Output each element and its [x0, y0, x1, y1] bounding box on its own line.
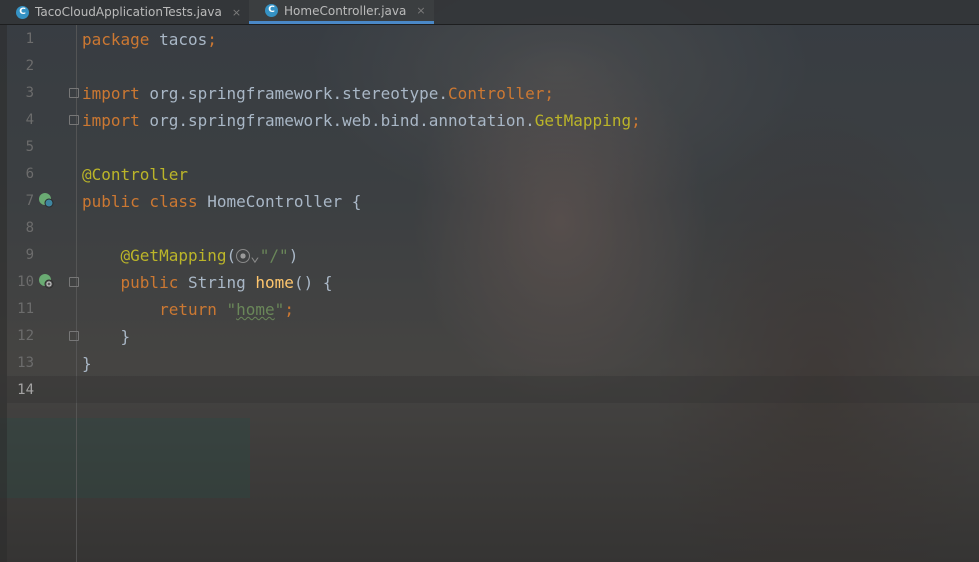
chevron-down-icon: ⌄	[250, 246, 260, 265]
spring-web-endpoint-icon[interactable]	[38, 273, 54, 289]
code-line-7[interactable]: public class HomeController {	[82, 188, 361, 215]
java-class-icon: C	[16, 5, 29, 19]
line-number-current: 14	[17, 382, 34, 398]
line-number: 8	[25, 220, 34, 236]
line-number: 6	[25, 166, 34, 182]
fold-marker-icon[interactable]	[69, 115, 79, 125]
code-line-1[interactable]: package tacos;	[82, 26, 217, 53]
line-number: 2	[25, 58, 34, 74]
close-icon[interactable]: ×	[232, 6, 241, 19]
line-number: 4	[25, 112, 34, 128]
tab-label: TacoCloudApplicationTests.java	[35, 5, 222, 19]
close-icon[interactable]: ×	[416, 4, 425, 17]
fold-marker-icon[interactable]	[69, 277, 79, 287]
line-number: 7	[25, 193, 34, 209]
line-number: 9	[25, 247, 34, 263]
code-line-4[interactable]: import org.springframework.web.bind.anno…	[82, 107, 641, 134]
line-number: 1	[25, 31, 34, 47]
code-line-12[interactable]: }	[82, 323, 131, 350]
spring-bean-icon[interactable]	[38, 192, 54, 208]
tab-label: HomeController.java	[284, 3, 407, 18]
tab-tacocloud-tests[interactable]: C TacoCloudApplicationTests.java ×	[0, 0, 249, 24]
tab-home-controller[interactable]: C HomeController.java ×	[249, 0, 434, 24]
editor-tab-bar: C TacoCloudApplicationTests.java × C Hom…	[0, 0, 979, 25]
line-number: 10	[17, 274, 34, 290]
fold-marker-icon[interactable]	[69, 88, 79, 98]
code-line-13[interactable]: }	[82, 350, 92, 377]
line-number: 11	[17, 301, 34, 317]
globe-icon[interactable]	[236, 249, 251, 263]
code-line-9[interactable]: @GetMapping(⌄"/")	[82, 242, 299, 269]
line-number: 13	[17, 355, 34, 371]
java-class-icon: C	[265, 4, 279, 17]
line-number: 12	[17, 328, 34, 344]
code-line-3[interactable]: import org.springframework.stereotype.Co…	[82, 80, 554, 107]
line-number: 5	[25, 139, 34, 155]
home-string-literal: home	[236, 300, 275, 319]
code-line-10[interactable]: public String home() {	[82, 269, 333, 296]
line-number: 3	[25, 85, 34, 101]
fold-marker-icon[interactable]	[69, 331, 79, 341]
code-line-11[interactable]: return "home";	[82, 296, 294, 323]
code-line-6[interactable]: @Controller	[82, 161, 188, 188]
